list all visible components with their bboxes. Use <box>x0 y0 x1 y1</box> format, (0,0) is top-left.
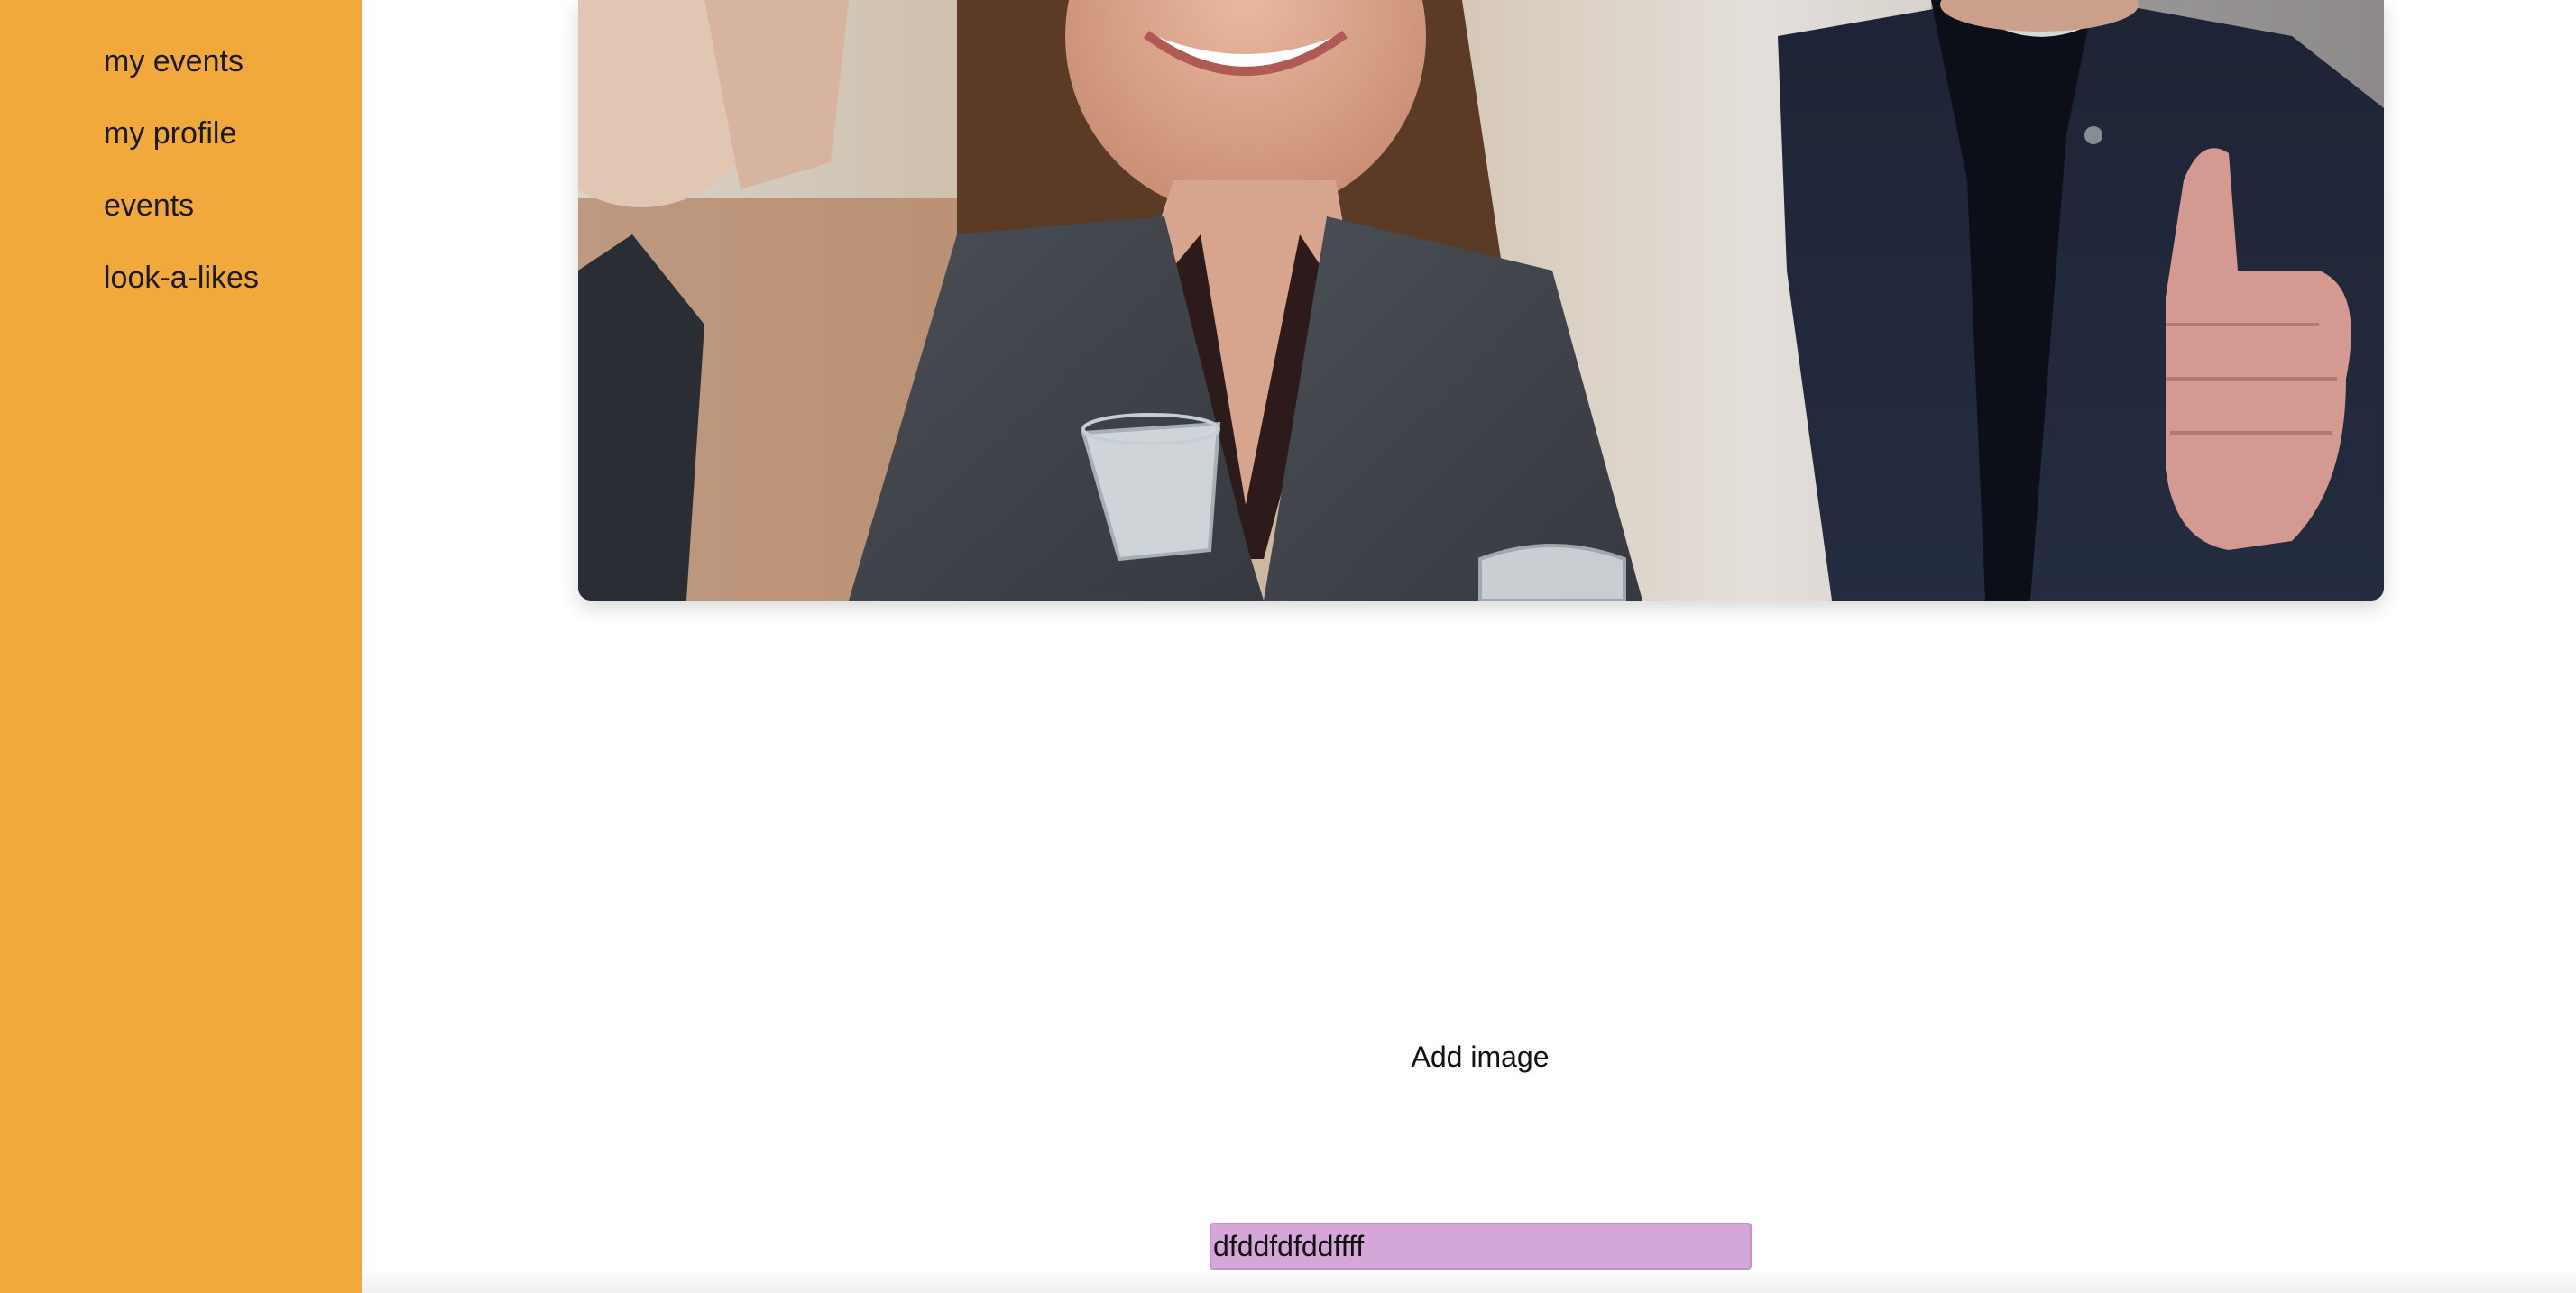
sidebar-item-my-profile[interactable]: my profile <box>104 115 259 151</box>
event-photo-image <box>578 0 2384 601</box>
add-image-button[interactable]: Add image <box>1399 1039 1561 1075</box>
main-content: Add image <box>362 0 2576 1293</box>
sidebar-item-events[interactable]: events <box>104 188 259 224</box>
sidebar-item-look-a-likes[interactable]: look-a-likes <box>104 260 259 296</box>
sidebar: my events my profile events look-a-likes <box>0 0 362 1293</box>
event-photo <box>578 0 2384 601</box>
text-input[interactable] <box>1210 1223 1752 1270</box>
sidebar-item-my-events[interactable]: my events <box>104 43 259 79</box>
sidebar-nav: my events my profile events look-a-likes <box>104 43 259 332</box>
bottom-edge <box>362 1273 2576 1293</box>
